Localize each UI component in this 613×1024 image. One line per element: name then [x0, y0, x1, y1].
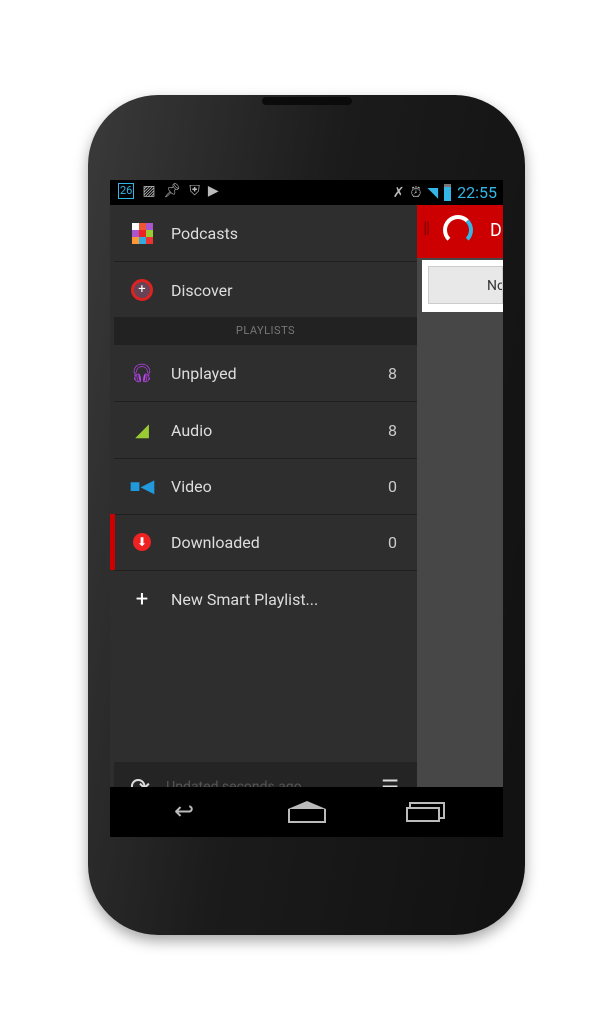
new-smart-playlist-button[interactable]: + New Smart Playlist... — [114, 571, 417, 627]
card-button[interactable]: No — [428, 266, 503, 304]
screen: 26 ▨ 📌︎ ⛨ ▶ ✗ ⏰︎ ◥ 22:55 Podcasts + Disc… — [110, 180, 503, 837]
home-button[interactable] — [288, 809, 326, 823]
playlist-audio[interactable]: ◢ Audio 8 — [114, 402, 417, 459]
status-bar: 26 ▨ 📌︎ ⛨ ▶ ✗ ⏰︎ ◥ 22:55 — [110, 180, 503, 205]
headphones-icon: 🎧︎ — [130, 362, 154, 384]
navigation-drawer: Podcasts + Discover PLAYLISTS 🎧︎ Unplaye… — [110, 205, 417, 812]
plus-icon: + — [135, 586, 149, 612]
podcasts-grid-icon — [130, 221, 154, 245]
playlist-downloaded[interactable]: ⬇ Downloaded 0 — [114, 514, 417, 571]
playlist-unplayed[interactable]: 🎧︎ Unplayed 8 — [114, 345, 417, 402]
drawer-indicator-icon[interactable]: ‖ — [423, 219, 430, 240]
recent-apps-button[interactable] — [406, 807, 440, 822]
video-camera-icon: ■◀ — [129, 475, 155, 497]
alarm-icon: ⏰︎ — [410, 184, 422, 201]
playlist-count: 8 — [388, 363, 397, 383]
wifi-icon: ◥ — [427, 184, 439, 201]
clock: 22:55 — [457, 183, 497, 202]
drawer-item-label: Discover — [171, 280, 233, 300]
playlist-label: Audio — [171, 420, 213, 440]
battery-icon — [444, 184, 452, 201]
action-bar-title: D — [490, 220, 502, 241]
pin-icon: 📌︎ — [163, 183, 182, 199]
playlist-count: 0 — [388, 476, 397, 496]
action-bar: ‖ D — [417, 205, 503, 258]
audio-icon: ◢ — [135, 419, 149, 441]
playlist-label: Unplayed — [171, 363, 237, 383]
playlist-count: 0 — [388, 532, 397, 552]
drawer-item-label: Podcasts — [171, 223, 238, 243]
playlist-label: Downloaded — [171, 532, 260, 552]
content-card: No — [422, 260, 503, 312]
main-content: ‖ D No — [417, 205, 503, 787]
back-button[interactable]: ↩ — [174, 797, 194, 825]
speaker-grille — [262, 97, 352, 105]
discover-magnifier-icon: + — [130, 278, 154, 302]
playlists-section-header: PLAYLISTS — [114, 317, 417, 345]
playlist-count: 8 — [388, 420, 397, 440]
drawer-item-podcasts[interactable]: Podcasts — [114, 205, 417, 262]
drawer-item-discover[interactable]: + Discover — [114, 262, 417, 319]
navigation-bar: ↩ — [110, 787, 503, 837]
shield-icon: ⛨ — [189, 183, 200, 199]
home-roof — [288, 801, 326, 809]
new-playlist-label: New Smart Playlist... — [171, 589, 319, 609]
download-icon: ⬇ — [130, 530, 154, 554]
mute-icon: ✗ — [392, 184, 405, 201]
image-icon: ▨ — [142, 183, 156, 199]
playlist-video[interactable]: ■◀ Video 0 — [114, 458, 417, 515]
app-logo-icon[interactable] — [443, 215, 473, 245]
playlist-label: Video — [171, 476, 212, 496]
calendar-icon: 26 — [118, 183, 135, 199]
play-store-icon: ▶ — [207, 183, 219, 199]
